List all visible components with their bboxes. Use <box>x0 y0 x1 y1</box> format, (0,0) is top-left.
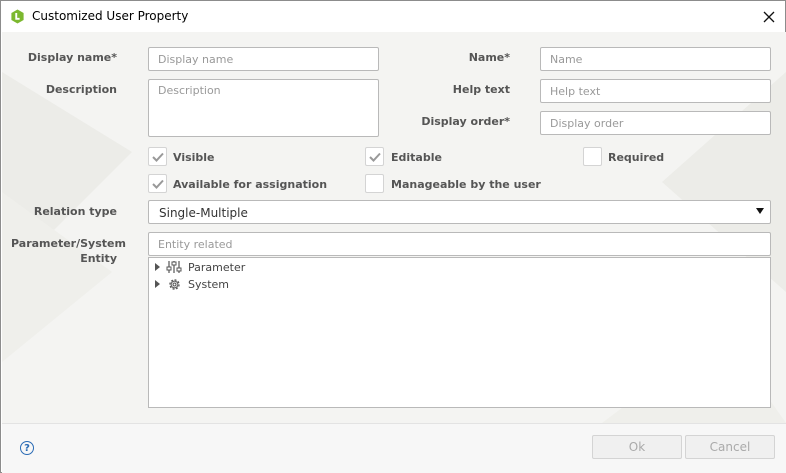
visible-label: Visible <box>173 151 215 164</box>
description-field[interactable] <box>148 79 379 137</box>
editable-checkbox[interactable] <box>365 147 384 166</box>
entity-tree: Parameter System <box>148 257 771 408</box>
title-bar: Customized User Property <box>1 1 785 32</box>
name-input[interactable] <box>541 48 770 70</box>
relation-type-value: Single-Multiple <box>159 206 248 220</box>
sliders-icon <box>166 259 182 275</box>
tree-item-label: System <box>188 277 230 291</box>
available-for-assignation-label: Available for assignation <box>173 178 328 191</box>
required-checkbox[interactable] <box>583 147 602 166</box>
window-title: Customized User Property <box>32 9 189 23</box>
help-text-label: Help text <box>452 83 510 96</box>
app-logo-icon <box>11 9 24 24</box>
ok-button[interactable]: Ok <box>592 435 682 459</box>
description-textarea[interactable] <box>149 80 378 136</box>
available-for-assignation-checkbox[interactable] <box>148 174 167 193</box>
entity-related-input[interactable] <box>149 233 770 255</box>
manageable-by-user-label: Manageable by the user <box>391 178 541 191</box>
display-order-input[interactable] <box>541 112 770 134</box>
relation-type-select[interactable]: Single-Multiple <box>148 200 771 224</box>
display-name-label: Display name* <box>27 51 117 64</box>
checkmark-icon <box>151 179 164 189</box>
help-text-field[interactable] <box>540 79 771 103</box>
expand-arrow-icon[interactable] <box>155 263 160 271</box>
editable-label: Editable <box>391 151 442 164</box>
description-label: Description <box>45 83 117 96</box>
display-order-label: Display order* <box>421 115 510 128</box>
tree-item-system[interactable]: System <box>153 276 229 292</box>
checkmark-icon <box>151 152 164 162</box>
display-name-field[interactable] <box>148 47 379 71</box>
display-name-input[interactable] <box>149 48 378 70</box>
tree-item-label: Parameter <box>188 260 246 274</box>
close-icon <box>763 11 775 22</box>
tree-item-parameter[interactable]: Parameter <box>153 259 245 275</box>
entity-related-field[interactable] <box>148 232 771 256</box>
close-button[interactable] <box>753 1 785 32</box>
name-field[interactable] <box>540 47 771 71</box>
dialog-window: Customized User Property Display name* N… <box>0 0 786 473</box>
expand-arrow-icon[interactable] <box>155 280 160 288</box>
help-icon[interactable]: ? <box>20 441 34 455</box>
gear-icon <box>166 276 182 292</box>
checkmark-icon <box>368 152 381 162</box>
help-text-input[interactable] <box>541 80 770 102</box>
relation-type-label: Relation type <box>33 205 117 218</box>
cancel-button[interactable]: Cancel <box>685 435 775 459</box>
entity-label-line1: Parameter/System <box>11 237 126 250</box>
display-order-field[interactable] <box>540 111 771 135</box>
dropdown-arrow-icon <box>756 208 764 214</box>
visible-checkbox[interactable] <box>148 147 167 166</box>
name-label: Name* <box>468 51 510 64</box>
manageable-by-user-checkbox[interactable] <box>365 174 384 193</box>
entity-label-line2: Entity <box>80 252 117 265</box>
required-label: Required <box>608 151 665 164</box>
